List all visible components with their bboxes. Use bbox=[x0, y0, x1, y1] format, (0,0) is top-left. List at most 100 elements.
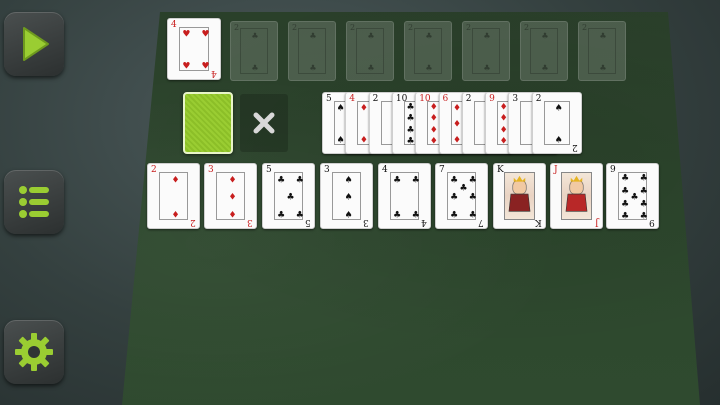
slot-rank: 2 bbox=[234, 23, 240, 32]
suit-pip: ♣ bbox=[406, 125, 415, 136]
foundation-top-card[interactable]: 4 4 ♥ ♥ ♥ ♥ bbox=[167, 18, 221, 80]
suit-pip: ♦ bbox=[499, 113, 508, 124]
suit-pip: ♦ bbox=[499, 102, 508, 113]
suit-pip: ♣ bbox=[406, 136, 415, 147]
stock-pile[interactable] bbox=[183, 92, 233, 154]
suit-pip: ♣ bbox=[621, 173, 630, 184]
settings-button[interactable] bbox=[4, 320, 64, 384]
slot-suit-pip: ♣ bbox=[425, 63, 433, 73]
empty-waste-slot[interactable] bbox=[240, 94, 288, 152]
tableau-card[interactable]: JJ bbox=[550, 163, 603, 229]
card-rank-corner: 4 bbox=[421, 217, 427, 227]
suit-pip: ♣ bbox=[621, 211, 630, 222]
suit-pip: ♦ bbox=[228, 210, 237, 220]
slot-rank: 2 bbox=[466, 23, 472, 32]
slot-suit-pip: ♣ bbox=[599, 31, 607, 41]
slot-suit-pip: ♣ bbox=[541, 31, 549, 41]
card-rank: 2 bbox=[535, 94, 542, 104]
suit-pip: ♣ bbox=[639, 211, 648, 222]
suit-pip: ♥ bbox=[201, 61, 210, 72]
suit-pip: ♣ bbox=[468, 192, 477, 203]
card-rank: K bbox=[497, 165, 504, 175]
foundation-slot[interactable]: ♣ ♣ 2 bbox=[462, 21, 510, 81]
suit-pip: ♠ bbox=[344, 175, 353, 185]
card-pip-area: ♣ ♣ ♣ ♣ ♣ ♣ ♣ ♣ ♣ bbox=[618, 172, 648, 222]
card-rank: 6 bbox=[442, 94, 449, 104]
suit-pip: ♣ bbox=[450, 192, 459, 203]
card-rank-corner: 9 bbox=[649, 217, 655, 227]
suit-pip: ♣ bbox=[393, 175, 402, 185]
card-pip-area: ♠ ♠ ♠ bbox=[332, 172, 361, 220]
face-card-figure bbox=[561, 172, 592, 220]
slot-rank: 2 bbox=[524, 23, 530, 32]
suit-pip: ♦ bbox=[228, 192, 237, 203]
suit-pip: ♠ bbox=[344, 210, 353, 220]
foundation-slot[interactable]: ♣ ♣ 2 bbox=[404, 21, 452, 81]
card-rank: 9 bbox=[610, 165, 616, 175]
card-rank-corner: J bbox=[595, 217, 599, 227]
suit-pip: ♥ bbox=[201, 29, 210, 40]
suit-pip: ♦ bbox=[499, 136, 508, 147]
card-rank: 3 bbox=[512, 94, 519, 104]
suit-pip: ♣ bbox=[411, 210, 420, 220]
slot-suit-pip: ♣ bbox=[483, 31, 491, 41]
menu-button[interactable] bbox=[4, 170, 64, 234]
suit-pip: ♣ bbox=[406, 113, 415, 124]
waste-top-card[interactable]: 2 2 ♠ ♠ bbox=[531, 92, 582, 154]
card-rank: 4 bbox=[382, 165, 388, 175]
foundation-slot[interactable]: ♣ ♣ 2 bbox=[346, 21, 394, 81]
slot-frame: ♣ ♣ bbox=[588, 28, 616, 74]
tableau-card[interactable]: 7 7 ♣ ♣ ♣ ♣ ♣ ♣ ♣ bbox=[435, 163, 488, 229]
suit-pip: ♣ bbox=[459, 183, 468, 194]
tableau-card[interactable]: 4 4 ♣ ♣ ♣ ♣ bbox=[378, 163, 431, 229]
tableau-card[interactable]: 3 3 ♠ ♠ ♠ bbox=[320, 163, 373, 229]
suit-pip: ♣ bbox=[450, 210, 459, 220]
suit-pip: ♦ bbox=[429, 113, 438, 124]
suit-pip: ♦ bbox=[171, 175, 180, 185]
card-rank: 2 bbox=[465, 94, 472, 104]
tableau-card[interactable]: 2 2 ♦ ♦ bbox=[147, 163, 200, 229]
slot-rank: 2 bbox=[408, 23, 414, 32]
play-button[interactable] bbox=[4, 12, 64, 76]
suit-pip: ♣ bbox=[639, 199, 648, 209]
card-rank-corner: 7 bbox=[478, 217, 484, 227]
foundation-slot[interactable]: ♣ ♣ 2 bbox=[230, 21, 278, 81]
slot-frame: ♣ ♣ bbox=[530, 28, 558, 74]
suit-pip: ♣ bbox=[630, 192, 639, 203]
suit-pip: ♣ bbox=[621, 199, 630, 209]
slot-rank: 2 bbox=[292, 23, 298, 32]
suit-pip: ♦ bbox=[429, 125, 438, 136]
play-icon bbox=[23, 27, 49, 61]
card-rank: 7 bbox=[439, 165, 445, 175]
card-rank: J bbox=[554, 165, 558, 175]
suit-pip: ♣ bbox=[639, 186, 648, 196]
tableau-card[interactable]: 9 9 ♣ ♣ ♣ ♣ ♣ ♣ ♣ ♣ ♣ bbox=[606, 163, 659, 229]
card-rank-corner: 4 bbox=[211, 68, 217, 78]
slot-suit-pip: ♣ bbox=[309, 63, 317, 73]
suit-pip: ♣ bbox=[450, 175, 459, 185]
tableau-card[interactable]: KK bbox=[493, 163, 546, 229]
suit-pip: ♠ bbox=[554, 135, 563, 146]
slot-suit-pip: ♣ bbox=[367, 31, 375, 41]
slot-frame: ♣ ♣ bbox=[240, 28, 268, 74]
slot-suit-pip: ♣ bbox=[251, 63, 259, 73]
suit-pip: ♦ bbox=[359, 103, 368, 114]
card-pip-area: ♣ ♣ ♣ ♣ bbox=[390, 172, 420, 220]
suit-pip: ♦ bbox=[171, 210, 180, 220]
suit-pip: ♣ bbox=[277, 175, 286, 185]
suit-pip: ♦ bbox=[429, 136, 438, 147]
tableau-card[interactable]: 5 5 ♣ ♣ ♣ ♣ ♣ bbox=[262, 163, 315, 229]
card-pip-area: ♣ ♣ ♣ ♣ ♣ bbox=[274, 172, 304, 220]
tableau-card[interactable]: 3 3 ♦ ♦ ♦ bbox=[204, 163, 257, 229]
foundation-slot[interactable]: ♣ ♣ 2 bbox=[578, 21, 626, 81]
card-rank: 3 bbox=[208, 165, 214, 175]
slot-rank: 2 bbox=[350, 23, 356, 32]
card-pip-area: ♣ ♣ ♣ ♣ ♣ ♣ ♣ bbox=[447, 172, 477, 220]
suit-pip: ♣ bbox=[286, 192, 295, 203]
slot-suit-pip: ♣ bbox=[541, 63, 549, 73]
foundation-slot[interactable]: ♣ ♣ 2 bbox=[520, 21, 568, 81]
foundation-slot[interactable]: ♣ ♣ 2 bbox=[288, 21, 336, 81]
suit-pip: ♣ bbox=[639, 173, 648, 184]
suit-pip: ♥ bbox=[182, 61, 191, 72]
card-pip-area: ♥ ♥ ♥ ♥ bbox=[179, 27, 210, 72]
